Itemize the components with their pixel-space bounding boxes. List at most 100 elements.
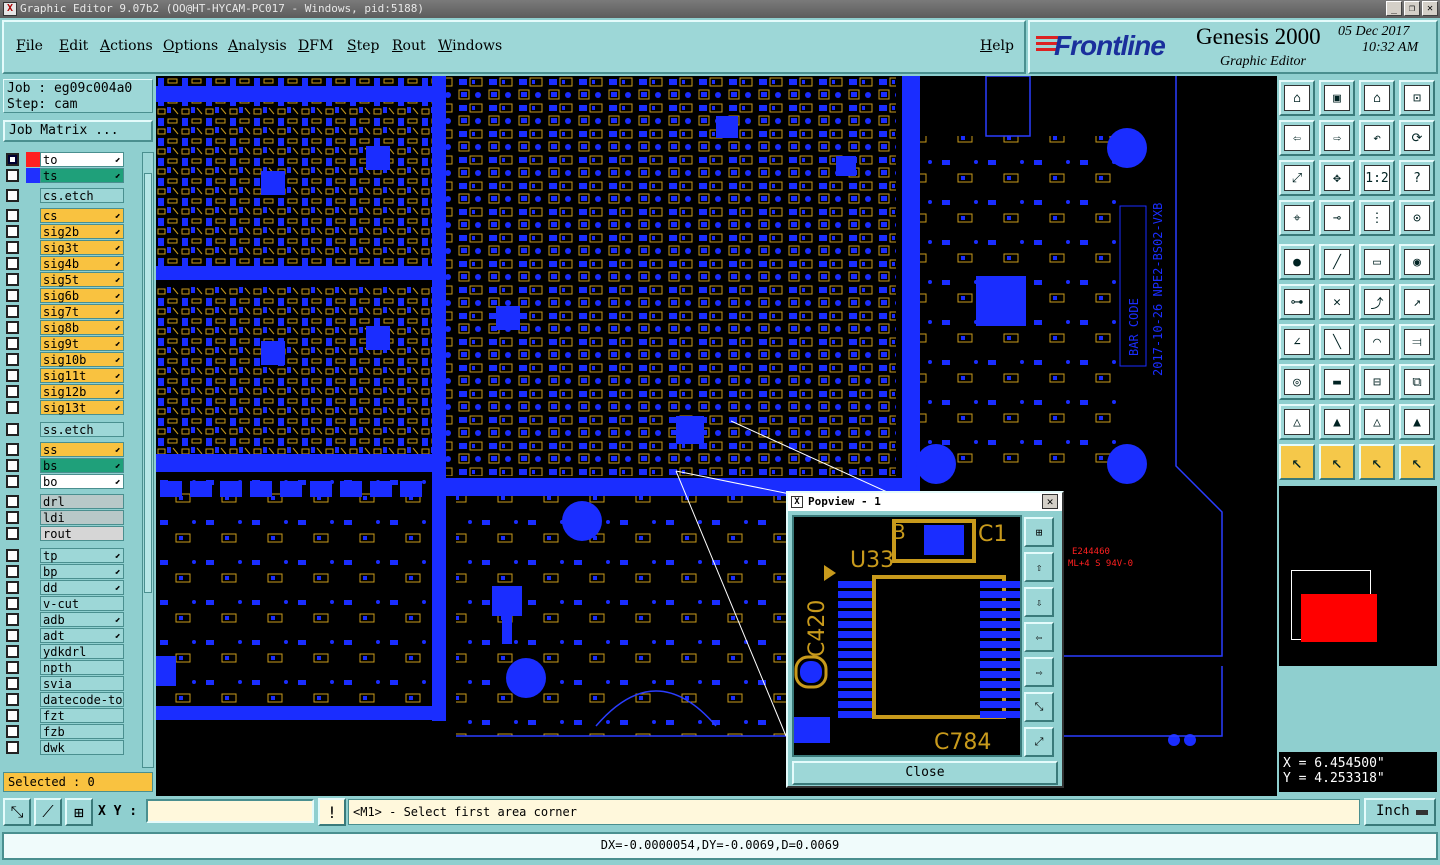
layer-name[interactable]: sig11t ⬋ bbox=[40, 368, 124, 383]
layer-checkbox[interactable] bbox=[6, 495, 19, 508]
units-select[interactable]: Inch bbox=[1364, 798, 1436, 826]
minimize-button[interactable]: _ bbox=[1386, 1, 1402, 16]
layer-affected-icon[interactable]: ⬋ bbox=[115, 289, 121, 304]
layer-name[interactable]: sig7t ⬋ bbox=[40, 304, 124, 319]
line-button[interactable]: ╱ bbox=[1319, 244, 1355, 280]
zoom-area-icon[interactable]: ⤡ bbox=[3, 798, 31, 826]
layer-checkbox[interactable] bbox=[6, 629, 19, 642]
layer-checkbox[interactable] bbox=[6, 289, 19, 302]
layer-name[interactable]: ldi bbox=[40, 510, 124, 525]
layer-checkbox[interactable] bbox=[6, 353, 19, 366]
layer-list-scrollbar[interactable] bbox=[142, 152, 154, 768]
layer-row[interactable]: v-cut bbox=[4, 596, 140, 611]
layer-name[interactable]: sig9t ⬋ bbox=[40, 336, 124, 351]
layer-row[interactable]: sig11t ⬋ bbox=[4, 368, 140, 383]
layer-name[interactable]: ss.etch bbox=[40, 422, 124, 437]
layer-row[interactable]: npth bbox=[4, 660, 140, 675]
layer-name[interactable]: sig4b ⬋ bbox=[40, 256, 124, 271]
layer-row[interactable]: sig4b ⬋ bbox=[4, 256, 140, 271]
layer-row[interactable]: sig8b ⬋ bbox=[4, 320, 140, 335]
layer-affected-icon[interactable]: ⬋ bbox=[115, 273, 121, 288]
layer-checkbox[interactable] bbox=[6, 385, 19, 398]
layer-color-swatch[interactable] bbox=[26, 288, 40, 303]
net-button[interactable]: ⊶ bbox=[1279, 284, 1315, 320]
split-button[interactable]: ⫤ bbox=[1399, 324, 1435, 360]
layer-name[interactable]: bs ⬋ bbox=[40, 458, 124, 473]
layer-checkbox[interactable] bbox=[6, 693, 19, 706]
layer-color-swatch[interactable] bbox=[26, 740, 40, 755]
zoom-home-button[interactable]: ⌂ bbox=[1279, 80, 1315, 116]
layer-checkbox[interactable] bbox=[6, 321, 19, 334]
layer-name[interactable]: drl bbox=[40, 494, 124, 509]
layer-checkbox[interactable] bbox=[6, 613, 19, 626]
scrollbar-thumb[interactable] bbox=[144, 173, 152, 593]
layer-affected-icon[interactable]: ⬋ bbox=[115, 401, 121, 416]
arrow-up-button[interactable]: ↗ bbox=[1399, 284, 1435, 320]
layer-checkbox[interactable] bbox=[6, 549, 19, 562]
layer-name[interactable]: sig8b ⬋ bbox=[40, 320, 124, 335]
layer-color-swatch[interactable] bbox=[26, 272, 40, 287]
layer-checkbox[interactable] bbox=[6, 459, 19, 472]
layer-row[interactable]: rout bbox=[4, 526, 140, 541]
zoom-extents-button[interactable]: ⤢ bbox=[1279, 160, 1315, 196]
menu-step[interactable]: Step bbox=[347, 38, 379, 54]
layer-checkbox[interactable] bbox=[6, 565, 19, 578]
layer-affected-icon[interactable]: ⬋ bbox=[115, 153, 121, 168]
home-view-button[interactable]: ⌂ bbox=[1359, 80, 1395, 116]
layer-color-swatch[interactable] bbox=[26, 708, 40, 723]
popview-zoom-in-icon[interactable]: ⤡ bbox=[1024, 692, 1054, 722]
layer-row[interactable]: bp ⬋ bbox=[4, 564, 140, 579]
layer-row[interactable]: dd ⬋ bbox=[4, 580, 140, 595]
triangle2-button[interactable]: ▲ bbox=[1319, 404, 1355, 440]
layer-affected-icon[interactable]: ⬋ bbox=[115, 549, 121, 564]
layer-checkbox[interactable] bbox=[6, 273, 19, 286]
layer-name[interactable]: sig10b ⬋ bbox=[40, 352, 124, 367]
layer-color-swatch[interactable] bbox=[26, 240, 40, 255]
align-button[interactable]: ⊟ bbox=[1359, 364, 1395, 400]
layer-name[interactable]: ts ⬋ bbox=[40, 168, 124, 183]
layer-affected-icon[interactable]: ⬋ bbox=[115, 613, 121, 628]
layer-row[interactable]: fzb bbox=[4, 724, 140, 739]
popview-zoom-home-icon[interactable]: ⊞ bbox=[1024, 517, 1054, 547]
pointer-area-button[interactable]: ↖ bbox=[1359, 444, 1395, 480]
layer-name[interactable]: sig5t ⬋ bbox=[40, 272, 124, 287]
layer-color-swatch[interactable] bbox=[26, 152, 40, 167]
layer-color-swatch[interactable] bbox=[26, 188, 40, 203]
layer-row[interactable]: sig6b ⬋ bbox=[4, 288, 140, 303]
layer-name[interactable]: adb ⬋ bbox=[40, 612, 124, 627]
layer-checkbox[interactable] bbox=[6, 423, 19, 436]
layer-color-swatch[interactable] bbox=[26, 548, 40, 563]
layer-affected-icon[interactable]: ⬋ bbox=[115, 459, 121, 474]
layer-row[interactable]: bo ⬋ bbox=[4, 474, 140, 489]
snap-button[interactable]: ⊸ bbox=[1319, 200, 1355, 236]
layer-color-swatch[interactable] bbox=[26, 336, 40, 351]
popview-pan-left-icon[interactable]: ⇦ bbox=[1024, 622, 1054, 652]
layer-name[interactable]: v-cut bbox=[40, 596, 124, 611]
connect-button[interactable]: ⤴ bbox=[1359, 284, 1395, 320]
layer-affected-icon[interactable]: ⬋ bbox=[115, 385, 121, 400]
layer-checkbox[interactable] bbox=[6, 225, 19, 238]
grid-icon[interactable]: ⊞ bbox=[65, 798, 93, 826]
layer-name[interactable]: rout bbox=[40, 526, 124, 541]
layer-checkbox[interactable] bbox=[6, 153, 19, 166]
layer-color-swatch[interactable] bbox=[26, 564, 40, 579]
xy-input[interactable] bbox=[146, 799, 314, 823]
layer-affected-icon[interactable]: ⬋ bbox=[115, 475, 121, 490]
layer-tool-button[interactable]: ⋮ bbox=[1359, 200, 1395, 236]
layer-name[interactable]: ss ⬋ bbox=[40, 442, 124, 457]
layer-name[interactable]: bp ⬋ bbox=[40, 564, 124, 579]
pointer-net-button[interactable]: ↖ bbox=[1399, 444, 1435, 480]
layer-row[interactable]: bs ⬋ bbox=[4, 458, 140, 473]
layer-checkbox[interactable] bbox=[6, 725, 19, 738]
layer-checkbox[interactable] bbox=[6, 661, 19, 674]
layer-color-swatch[interactable] bbox=[26, 422, 40, 437]
redraw-button[interactable]: ⟳ bbox=[1399, 120, 1435, 156]
triangle-button[interactable]: △ bbox=[1279, 404, 1315, 440]
popview-zoom-out-icon[interactable]: ⤢ bbox=[1024, 727, 1054, 757]
arc-button[interactable]: ◠ bbox=[1359, 324, 1395, 360]
layer-checkbox[interactable] bbox=[6, 741, 19, 754]
pointer-button[interactable]: ↖ bbox=[1279, 444, 1315, 480]
layer-name[interactable]: tp ⬋ bbox=[40, 548, 124, 563]
layer-name[interactable]: svia bbox=[40, 676, 124, 691]
layer-affected-icon[interactable]: ⬋ bbox=[115, 241, 121, 256]
